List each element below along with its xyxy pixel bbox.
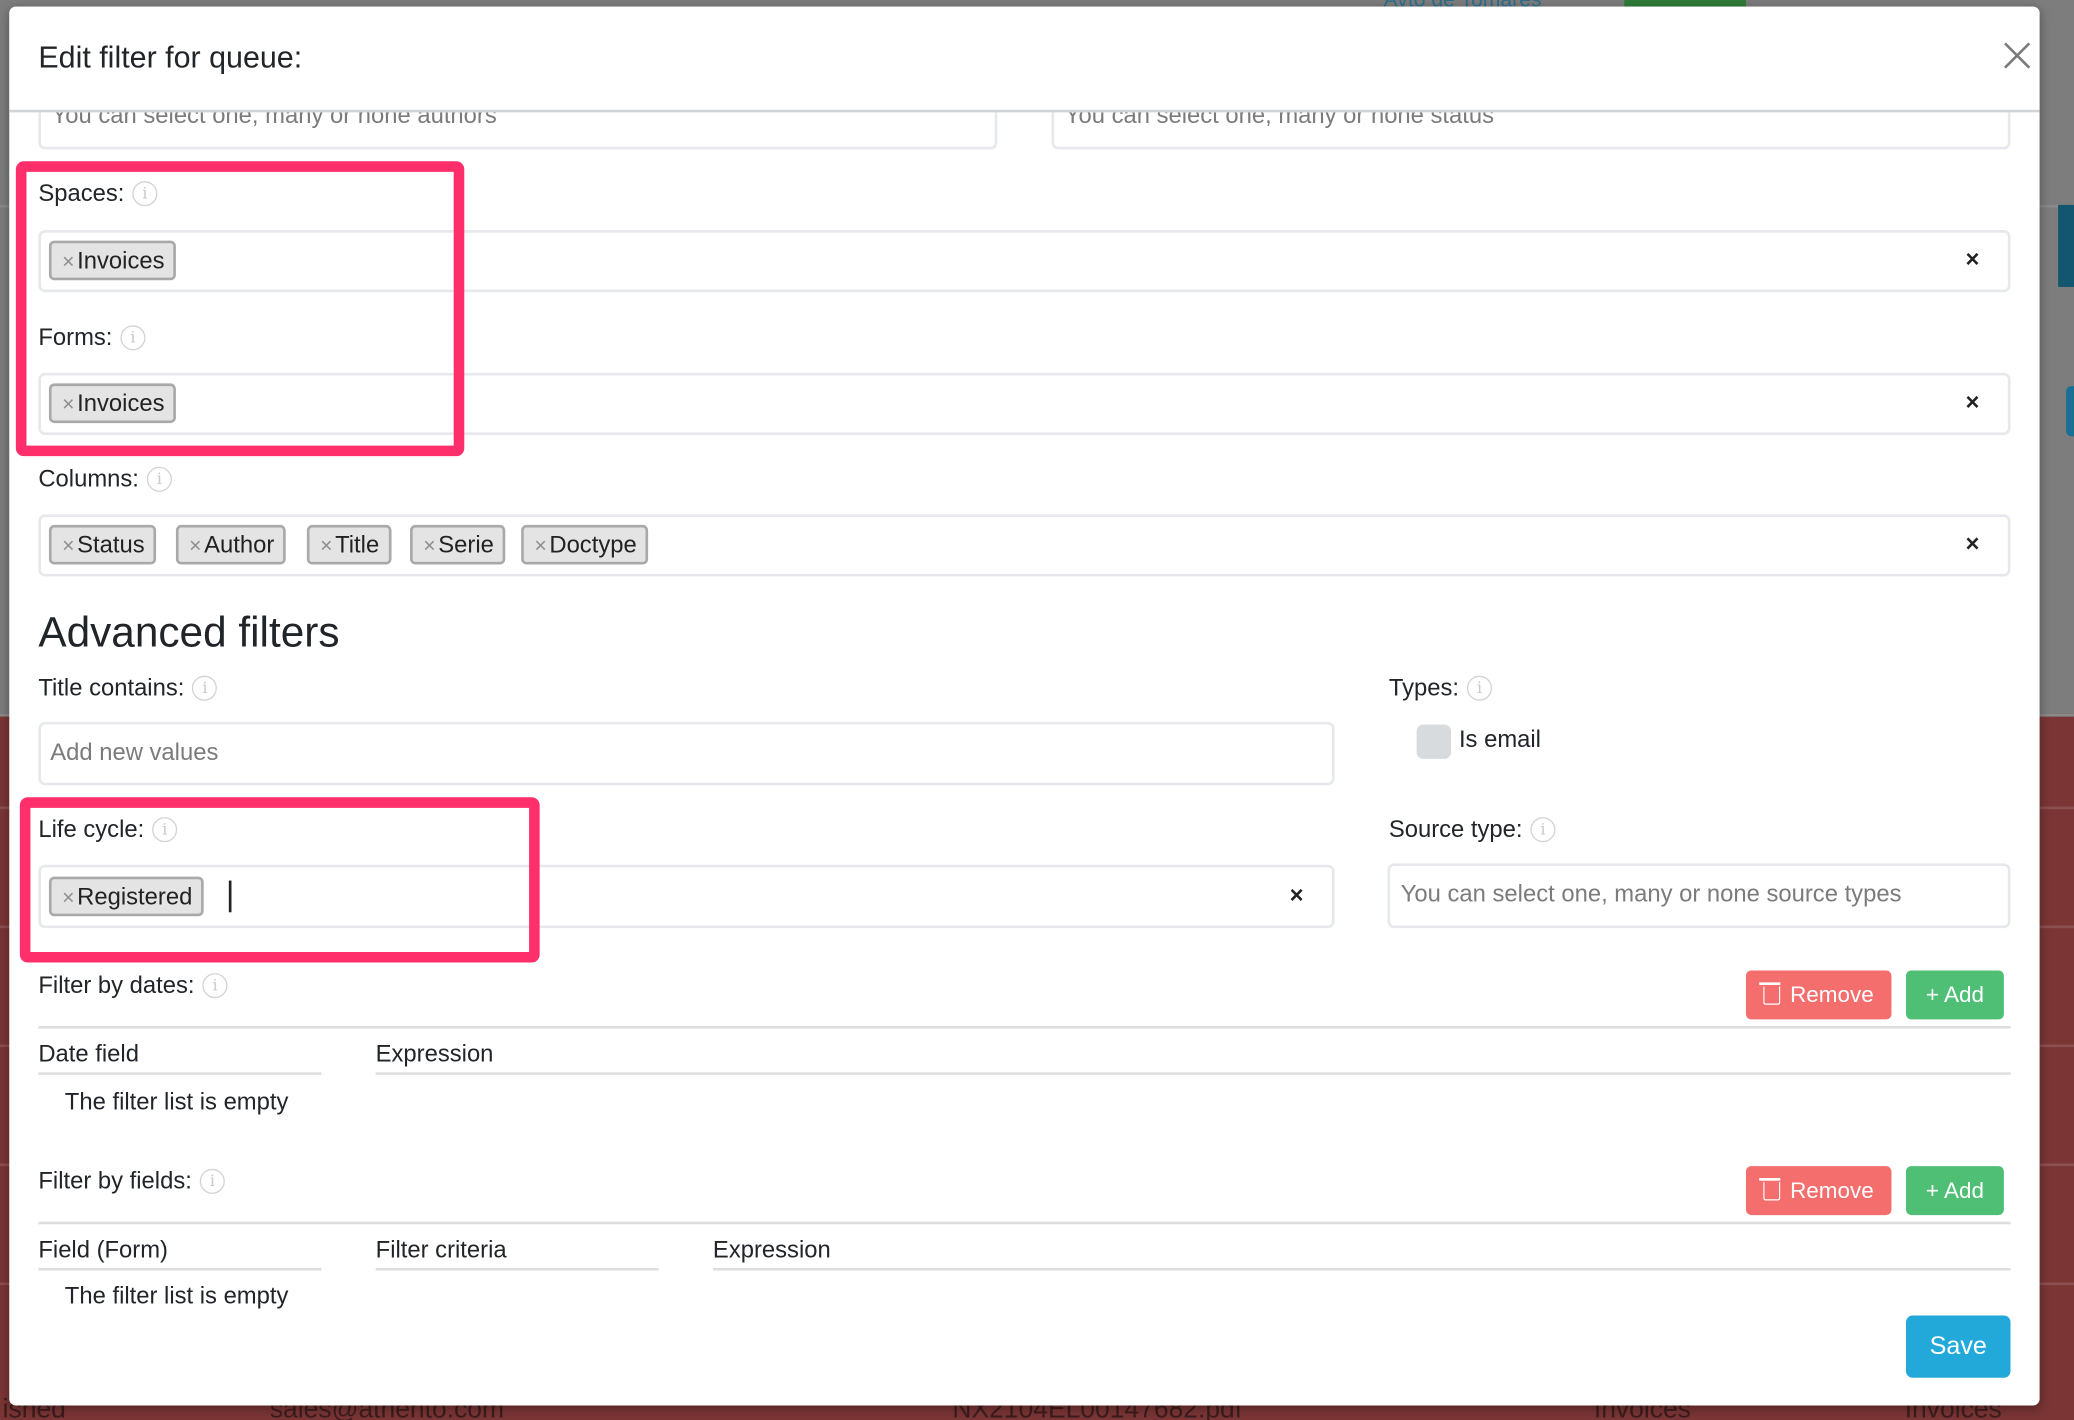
info-icon[interactable]: i	[146, 466, 172, 492]
divider	[38, 1025, 2011, 1029]
title-contains-input[interactable]: Add new values	[38, 721, 1335, 786]
tag-remove-icon[interactable]: ×	[62, 887, 74, 909]
divider	[375, 1072, 2011, 1075]
clear-forms-icon[interactable]: ×	[1966, 389, 1980, 417]
tag-remove-icon[interactable]: ×	[62, 394, 74, 416]
field-form-header: Field (Form)	[38, 1236, 168, 1263]
info-icon[interactable]: i	[1466, 675, 1493, 701]
tag-remove-icon[interactable]: ×	[62, 535, 74, 557]
types-label: Types: i	[1389, 674, 1493, 702]
dates-remove-button[interactable]: Remove	[1745, 970, 1892, 1020]
forms-select[interactable]: × Invoices ×	[38, 372, 2011, 435]
trash-icon	[1759, 1178, 1781, 1201]
dates-empty-message: The filter list is empty	[64, 1088, 289, 1115]
fields-add-button[interactable]: + Add	[1906, 1166, 2004, 1216]
trash-icon	[1759, 982, 1781, 1005]
life-cycle-tag: × Registered	[48, 876, 205, 917]
clear-spaces-icon[interactable]: ×	[1966, 246, 1980, 274]
is-email-checkbox[interactable]	[1416, 724, 1452, 759]
divider	[712, 1267, 2011, 1271]
info-icon[interactable]: i	[1530, 817, 1556, 843]
source-type-placeholder: You can select one, many or none source …	[1400, 880, 1902, 908]
screen: Avto de Tomares ished sales@athento.com …	[0, 0, 2074, 1420]
divider	[38, 1221, 2011, 1225]
info-icon[interactable]: i	[120, 325, 146, 351]
columns-tag: × Serie	[410, 524, 506, 565]
filter-criteria-header: Filter criteria	[375, 1236, 507, 1263]
modal-header: Edit filter for queue:	[9, 6, 2040, 113]
filter-by-fields-label: Filter by fields: i	[38, 1167, 225, 1195]
divider	[375, 1267, 659, 1271]
info-icon[interactable]: i	[192, 675, 218, 701]
background-banner	[2058, 204, 2074, 287]
advanced-filters-heading: Advanced filters	[38, 608, 340, 656]
fields-empty-message: The filter list is empty	[64, 1282, 289, 1309]
life-cycle-select[interactable]: × Registered ×	[38, 864, 1335, 929]
filter-by-dates-label: Filter by dates: i	[38, 972, 228, 1000]
is-email-label: Is email	[1458, 725, 1541, 753]
forms-tag: × Invoices	[48, 383, 177, 424]
fields-remove-button[interactable]: Remove	[1745, 1166, 1892, 1216]
divider	[38, 1267, 322, 1271]
tag-remove-icon[interactable]: ×	[534, 535, 546, 557]
expression-header: Expression	[712, 1236, 831, 1263]
text-cursor	[228, 880, 232, 913]
spaces-select[interactable]: × Invoices ×	[38, 230, 2011, 293]
save-button[interactable]: Save	[1906, 1315, 2011, 1378]
columns-tag: × Title	[306, 524, 392, 565]
background-pill	[2066, 386, 2074, 437]
source-type-select[interactable]: You can select one, many or none source …	[1387, 863, 2011, 929]
dates-add-button[interactable]: + Add	[1906, 970, 2004, 1020]
date-field-header: Date field	[38, 1040, 139, 1067]
info-icon[interactable]: i	[132, 181, 158, 207]
edit-filter-modal: Edit filter for queue: You can select on…	[9, 6, 2040, 1406]
tag-remove-icon[interactable]: ×	[320, 535, 332, 557]
tag-remove-icon[interactable]: ×	[189, 535, 201, 557]
columns-select[interactable]: × Status × Author × Title × Serie × Doctype ×	[38, 514, 2011, 577]
close-icon[interactable]	[1997, 36, 2037, 76]
life-cycle-label: Life cycle: i	[38, 816, 178, 844]
columns-tag: × Author	[175, 524, 287, 565]
title-contains-label: Title contains: i	[38, 674, 218, 702]
expression-header: Expression	[375, 1040, 494, 1067]
forms-label: Forms: i	[38, 324, 146, 352]
divider	[38, 1072, 322, 1075]
info-icon[interactable]: i	[152, 817, 178, 843]
title-contains-placeholder: Add new values	[50, 739, 219, 766]
info-icon[interactable]: i	[199, 1168, 225, 1194]
columns-label: Columns: i	[38, 465, 172, 493]
spaces-label: Spaces: i	[38, 180, 158, 208]
columns-tag: × Status	[48, 524, 157, 565]
spaces-tag: × Invoices	[48, 240, 177, 281]
tag-remove-icon[interactable]: ×	[62, 251, 74, 273]
tag-remove-icon[interactable]: ×	[423, 535, 435, 557]
source-type-label: Source type: i	[1389, 816, 1556, 844]
info-icon[interactable]: i	[202, 973, 228, 999]
modal-title: Edit filter for queue:	[38, 39, 303, 75]
clear-life-cycle-icon[interactable]: ×	[1290, 882, 1304, 910]
columns-tag: × Doctype	[521, 524, 649, 565]
clear-columns-icon[interactable]: ×	[1966, 530, 1980, 558]
